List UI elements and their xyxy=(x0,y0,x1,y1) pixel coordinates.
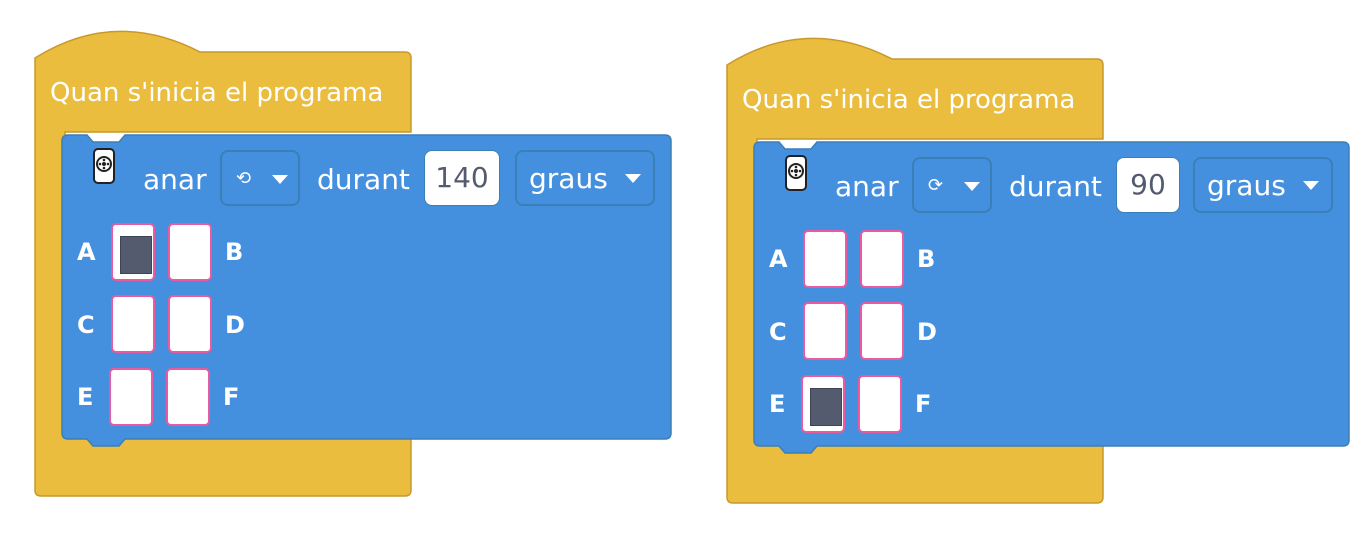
for-label: durant xyxy=(317,163,410,196)
amount-input[interactable]: 140 xyxy=(424,150,500,206)
port-f-checkbox[interactable] xyxy=(166,368,210,426)
port-a-checkbox[interactable] xyxy=(803,230,847,288)
unit-dropdown[interactable]: graus xyxy=(515,150,655,206)
direction-dropdown[interactable]: ⟳ xyxy=(912,157,992,213)
motor-pair-icon xyxy=(785,155,807,191)
port-b-checkbox[interactable] xyxy=(168,223,212,281)
port-letter-b: B xyxy=(225,238,244,266)
port-b-checkbox[interactable] xyxy=(860,230,904,288)
hat-block-label: Quan s'inicia el programa xyxy=(742,85,1076,115)
port-letter-f: F xyxy=(223,383,240,411)
unit-dropdown[interactable]: graus xyxy=(1193,157,1333,213)
port-e-checked-mark xyxy=(810,388,842,426)
chevron-down-icon xyxy=(964,182,980,191)
port-letter-a: A xyxy=(77,238,96,266)
go-label: anar xyxy=(143,163,207,196)
program-1: Quan s'inicia el programa anar ⟲ durant … xyxy=(34,28,675,508)
amount-input[interactable]: 90 xyxy=(1116,157,1180,213)
port-a-checked-mark xyxy=(120,236,152,274)
unit-label: graus xyxy=(1207,169,1286,202)
port-letter-d: D xyxy=(917,318,937,346)
chevron-down-icon xyxy=(272,175,288,184)
port-c-checkbox[interactable] xyxy=(111,295,155,353)
chevron-down-icon xyxy=(625,174,641,183)
port-letter-e: E xyxy=(769,390,786,418)
counterclockwise-icon: ⟲ xyxy=(236,168,252,189)
hat-block-label: Quan s'inicia el programa xyxy=(50,78,384,108)
port-c-checkbox[interactable] xyxy=(803,302,847,360)
port-e-checkbox[interactable] xyxy=(109,368,153,426)
port-d-checkbox[interactable] xyxy=(860,302,904,360)
chevron-down-icon xyxy=(1303,181,1319,190)
port-letter-d: D xyxy=(225,311,245,339)
clockwise-icon: ⟳ xyxy=(928,175,944,196)
port-d-checkbox[interactable] xyxy=(168,295,212,353)
port-f-checkbox[interactable] xyxy=(858,375,902,433)
port-letter-c: C xyxy=(769,318,787,346)
port-letter-f: F xyxy=(915,390,932,418)
port-letter-c: C xyxy=(77,311,95,339)
program-2: Quan s'inicia el programa anar ⟳ durant … xyxy=(726,35,1366,515)
port-e-checkbox[interactable] xyxy=(801,375,845,433)
unit-label: graus xyxy=(529,162,608,195)
port-letter-e: E xyxy=(77,383,94,411)
port-a-checkbox[interactable] xyxy=(111,223,155,281)
motor-pair-icon xyxy=(93,148,115,184)
go-label: anar xyxy=(835,170,899,203)
direction-dropdown[interactable]: ⟲ xyxy=(220,150,300,206)
for-label: durant xyxy=(1009,170,1102,203)
port-letter-b: B xyxy=(917,245,936,273)
port-letter-a: A xyxy=(769,245,788,273)
